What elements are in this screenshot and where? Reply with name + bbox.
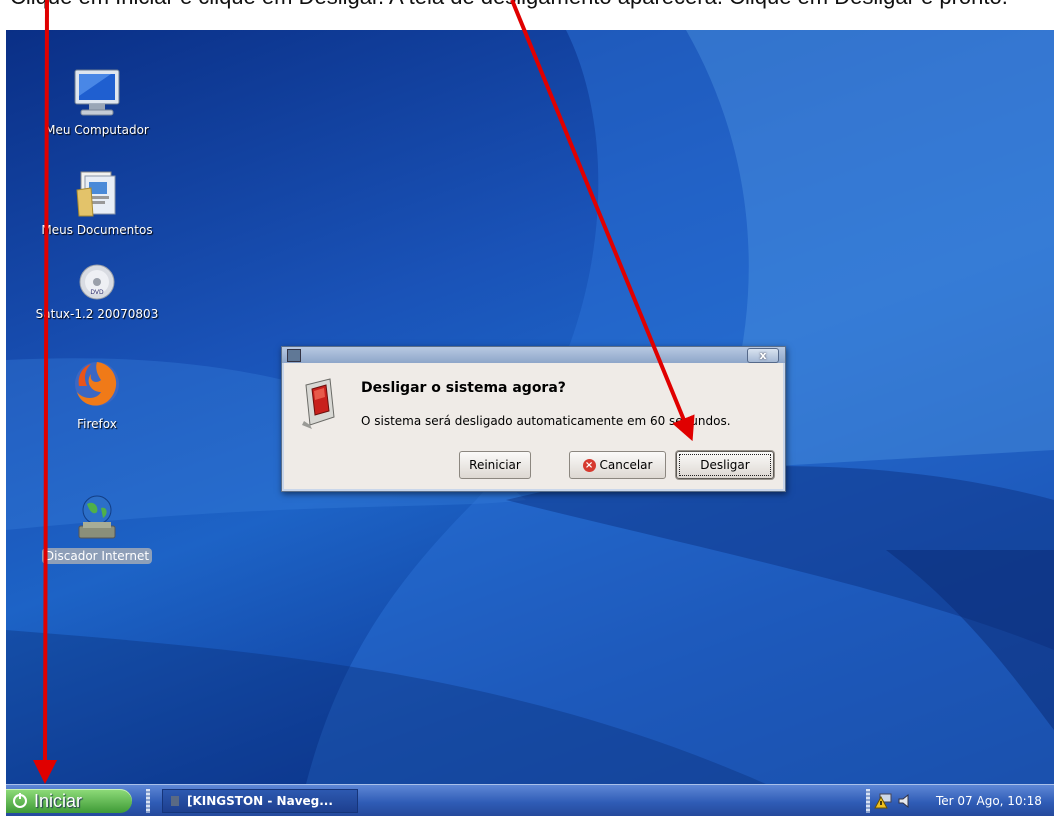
window-icon [171, 796, 179, 806]
shutdown-button[interactable]: Desligar [676, 451, 774, 479]
start-icon [13, 793, 27, 808]
document-caption-strip: Clique em Iniciar e clique em Desligar. … [0, 0, 1054, 30]
firefox-icon [71, 356, 123, 412]
restart-button-label: Reiniciar [469, 458, 521, 472]
dialog-titlebar[interactable]: x [282, 347, 785, 363]
system-tray: Ter 07 Ago, 10:18 [874, 788, 1054, 814]
taskbar-window-label: [KINGSTON - Naveg... [187, 794, 333, 808]
cancel-icon: × [582, 458, 596, 472]
dialog-message: O sistema será desligado automaticamente… [361, 414, 731, 428]
start-button[interactable]: Iniciar [6, 789, 132, 813]
desktop-area: Meu Computador Meus Documentos DVD Satux… [6, 30, 1054, 784]
network-warning-icon[interactable] [874, 793, 892, 809]
shutdown-dialog: x Desligar o sistema agora? O sistema se… [281, 346, 786, 492]
shutdown-button-label: Desligar [700, 458, 750, 472]
desktop-screenshot: Meu Computador Meus Documentos DVD Satux… [6, 30, 1054, 816]
desktop-icon-meus-documentos[interactable]: Meus Documentos [22, 166, 172, 238]
tray-handle[interactable] [866, 789, 870, 813]
desktop-icon-discador-internet[interactable]: Discador Internet [22, 492, 172, 564]
computer-icon [71, 66, 123, 118]
desktop-icon-label: Meus Documentos [41, 223, 153, 237]
document-caption-text: Clique em Iniciar e clique em Desligar. … [10, 0, 1040, 10]
desktop-icon-label: Meu Computador [45, 123, 149, 137]
start-button-label: Iniciar [34, 790, 83, 811]
taskbar-clock[interactable]: Ter 07 Ago, 10:18 [936, 794, 1042, 808]
window-menu-icon[interactable] [287, 349, 301, 362]
taskbar-window-button[interactable]: [KINGSTON - Naveg... [162, 789, 358, 813]
dvd-icon: DVD [71, 262, 123, 302]
taskbar-handle[interactable] [146, 789, 150, 813]
svg-text:DVD: DVD [90, 289, 104, 296]
restart-button[interactable]: Reiniciar [459, 451, 531, 479]
taskbar: Iniciar [KINGSTON - Naveg... Ter 07 Ago,… [6, 784, 1054, 816]
volume-icon[interactable] [898, 793, 916, 809]
desktop-icon-firefox[interactable]: Firefox [22, 356, 172, 432]
desktop-icon-satux-dvd[interactable]: DVD Satux-1.2 20070803 [22, 262, 172, 322]
desktop-icon-meu-computador[interactable]: Meu Computador [22, 66, 172, 138]
close-button[interactable]: x [747, 348, 779, 363]
dialog-heading: Desligar o sistema agora? [361, 380, 566, 396]
dialer-globe-icon [71, 492, 123, 544]
power-switch-icon [300, 377, 340, 429]
desktop-icon-label: Discador Internet [41, 548, 153, 564]
desktop-icon-label: Satux-1.2 20070803 [35, 307, 159, 321]
cancel-button-label: Cancelar [599, 458, 653, 472]
cancel-button[interactable]: × Cancelar [569, 451, 666, 479]
desktop-icon-label: Firefox [77, 417, 117, 431]
documents-folder-icon [71, 166, 123, 218]
